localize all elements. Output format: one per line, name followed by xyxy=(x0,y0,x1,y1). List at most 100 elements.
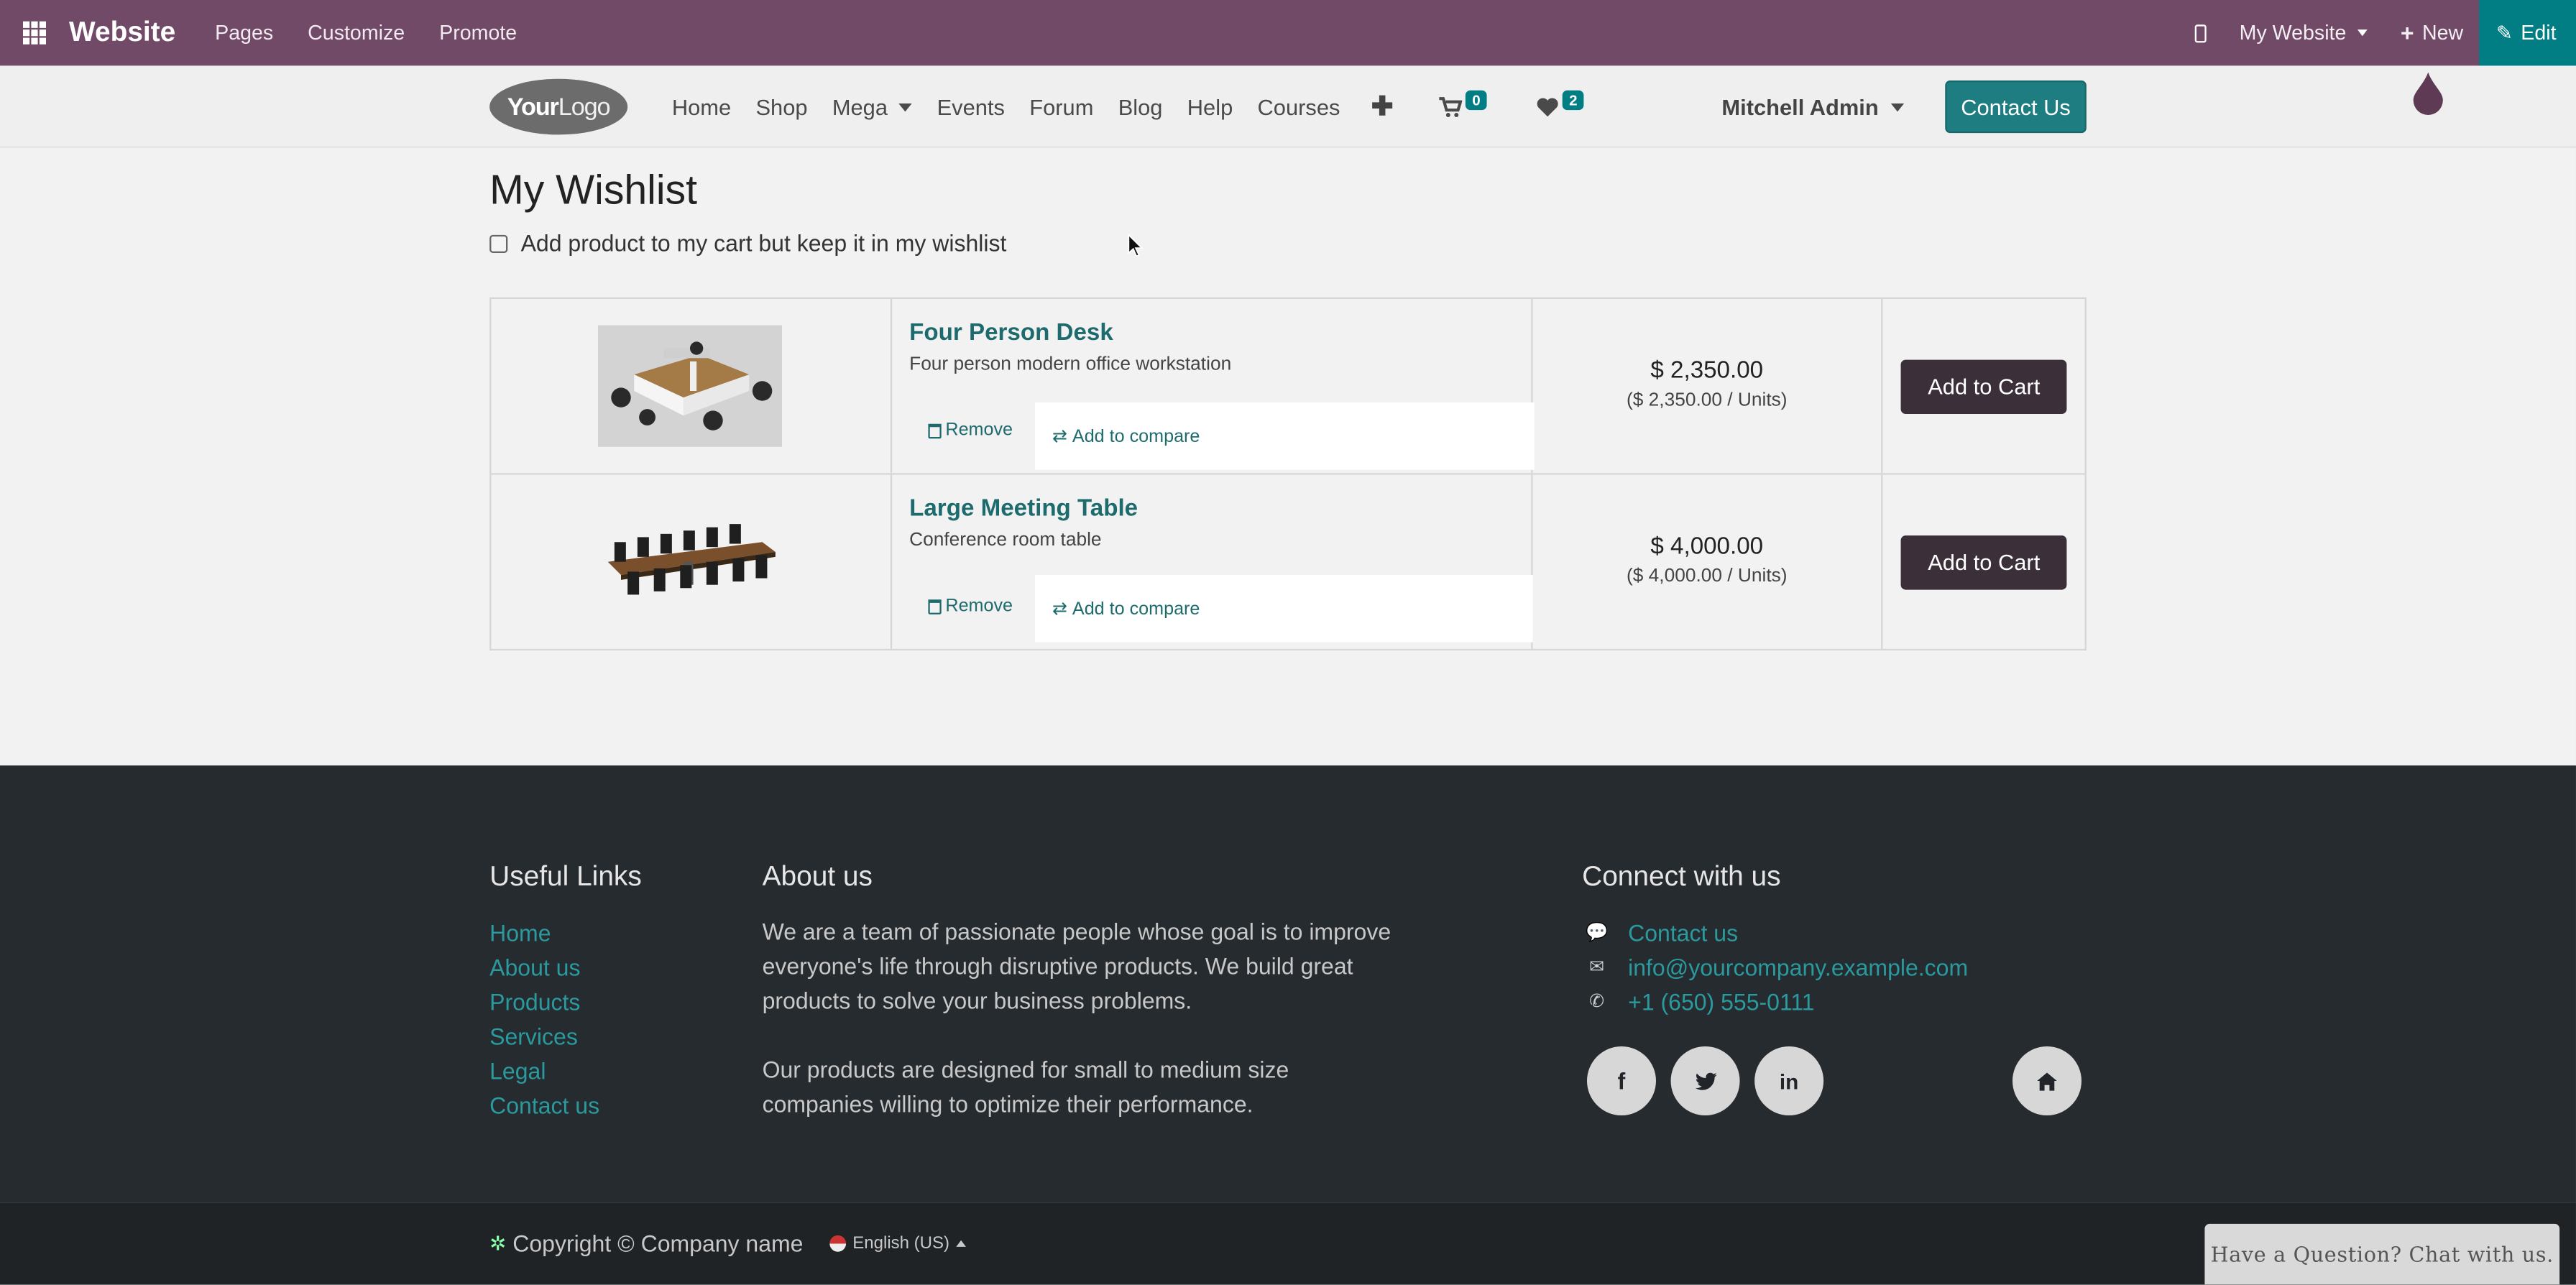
menu-customize[interactable]: Customize xyxy=(308,22,405,45)
product-image-cell xyxy=(491,298,891,474)
remove-label: Remove xyxy=(945,596,1013,617)
pencil-icon: ✎ xyxy=(2496,21,2513,45)
chevron-down-icon xyxy=(1890,102,1904,111)
product-unit-price: ($ 4,000.00 / Units) xyxy=(1626,566,1788,586)
livechat-button[interactable]: Have a Question? Chat with us. xyxy=(2204,1223,2560,1285)
cart-count-badge: 0 xyxy=(1466,90,1487,111)
chevron-up-icon xyxy=(956,1240,966,1247)
footer-link-products[interactable]: Products xyxy=(489,989,580,1015)
nav-events[interactable]: Events xyxy=(937,94,1005,119)
price-cell: $ 4,000.00 ($ 4,000.00 / Units) xyxy=(1532,474,1883,649)
footer-phone-link[interactable]: +1 (650) 555-0111 xyxy=(1628,989,1814,1015)
plus-icon: + xyxy=(2400,19,2414,46)
keep-in-wishlist-option[interactable]: Add product to my cart but keep it in my… xyxy=(489,230,1006,257)
footer-email-link[interactable]: info@yourcompany.example.com xyxy=(1628,954,1968,981)
footer-link-home[interactable]: Home xyxy=(489,920,551,947)
footer-link-about[interactable]: About us xyxy=(489,954,580,981)
footer-link-services[interactable]: Services xyxy=(489,1023,578,1050)
admin-brand[interactable]: Website xyxy=(69,17,175,50)
add-to-compare-label: Add to compare xyxy=(1072,426,1200,446)
footer-bottom-bar xyxy=(0,1202,2576,1285)
menu-pages[interactable]: Pages xyxy=(215,22,273,45)
product-price: $ 2,350.00 xyxy=(1650,358,1764,384)
add-to-cart-cell: Add to Cart xyxy=(1883,299,2085,473)
website-selector[interactable]: My Website xyxy=(2240,22,2368,45)
main-nav: Home Shop Mega Events Forum Blog Help Co… xyxy=(672,65,1633,147)
edit-label: Edit xyxy=(2521,21,2557,45)
cart-icon xyxy=(1439,96,1463,116)
nav-home[interactable]: Home xyxy=(672,94,731,119)
product-image-cell xyxy=(491,474,891,649)
bug-icon: ✲ xyxy=(489,1232,507,1256)
add-to-cart-button[interactable]: Add to Cart xyxy=(1900,359,2067,413)
website-selector-label: My Website xyxy=(2239,21,2347,45)
site-logo[interactable]: Your Logo xyxy=(489,78,628,135)
language-selector[interactable]: English (US) xyxy=(829,1234,966,1253)
cart-link[interactable]: 0 xyxy=(1439,90,1487,118)
mobile-preview-button[interactable] xyxy=(2194,24,2207,42)
product-description: Four person modern office workstation xyxy=(909,354,1232,375)
twitter-bird-icon xyxy=(1694,1072,1716,1090)
page-root: Website Pages Customize Promote My Websi… xyxy=(0,0,2576,1285)
keep-in-wishlist-checkbox[interactable] xyxy=(489,234,508,252)
nav-help[interactable]: Help xyxy=(1187,94,1233,119)
twitter-icon[interactable] xyxy=(1670,1046,1740,1115)
product-price: $ 4,000.00 xyxy=(1650,533,1764,561)
product-image-desk[interactable] xyxy=(598,325,783,447)
nav-mega[interactable]: Mega xyxy=(832,94,913,119)
trash-icon xyxy=(927,599,941,614)
menu-promote[interactable]: Promote xyxy=(439,22,517,45)
chevron-down-icon xyxy=(899,102,913,111)
table-row: Four Person Desk Four person modern offi… xyxy=(491,298,2085,475)
site-header: Your Logo Home Shop Mega Events Forum Blo… xyxy=(0,65,2576,148)
heart-icon xyxy=(1537,97,1558,116)
nav-blog[interactable]: Blog xyxy=(1118,94,1163,119)
footer-link-legal[interactable]: Legal xyxy=(489,1058,546,1084)
edit-button[interactable]: ✎ Edit xyxy=(2480,0,2576,66)
footer-contact-link[interactable]: Contact us xyxy=(1628,920,1738,947)
remove-button[interactable]: Remove xyxy=(927,420,1013,441)
mobile-icon xyxy=(2194,24,2207,42)
wishlist-link[interactable]: 2 xyxy=(1536,90,1584,118)
add-to-compare-button[interactable]: ⇄ Add to compare xyxy=(1034,402,1534,470)
connect-title: Connect with us xyxy=(1582,860,1781,893)
add-to-compare-button[interactable]: ⇄ Add to compare xyxy=(1034,574,1532,642)
flag-icon xyxy=(829,1235,847,1252)
about-paragraph-1: We are a team of passionate people whose… xyxy=(762,918,1392,1014)
product-info-cell: Four Person Desk Four person modern offi… xyxy=(891,298,1534,474)
nav-mega-label: Mega xyxy=(832,94,888,119)
add-menu-item-icon[interactable]: ✚ xyxy=(1371,91,1394,124)
copyright: ✲ Copyright © Company name xyxy=(489,1230,803,1257)
logo-text-a: Your xyxy=(507,93,559,121)
site-footer: Useful Links Home About us Products Serv… xyxy=(0,765,2576,1203)
product-name-link[interactable]: Four Person Desk xyxy=(909,321,1113,347)
footer-link-contact[interactable]: Contact us xyxy=(489,1092,599,1119)
admin-right-actions: My Website + New ✎ Edit xyxy=(2162,0,2576,66)
product-description: Conference room table xyxy=(909,530,1102,551)
contact-us-button[interactable]: Contact Us xyxy=(1945,80,2087,134)
useful-links-title: Useful Links xyxy=(489,860,642,893)
add-to-cart-button[interactable]: Add to Cart xyxy=(1900,534,2067,589)
theme-drop-icon[interactable] xyxy=(2411,72,2444,115)
house-icon xyxy=(2037,1072,2057,1090)
remove-label: Remove xyxy=(945,420,1013,441)
remove-button[interactable]: Remove xyxy=(927,597,1013,616)
product-info-cell: Large Meeting Table Conference room tabl… xyxy=(891,474,1532,649)
product-image-meeting-table[interactable] xyxy=(599,512,783,611)
user-name: Mitchell Admin xyxy=(1721,94,1879,119)
admin-bar: Website Pages Customize Promote My Websi… xyxy=(0,0,2576,66)
apps-menu-button[interactable] xyxy=(0,0,69,65)
home-icon[interactable] xyxy=(2012,1046,2082,1115)
linkedin-icon[interactable]: in xyxy=(1754,1046,1824,1115)
chevron-down-icon xyxy=(2358,29,2368,37)
copyright-text: Copyright © Company name xyxy=(512,1230,804,1257)
nav-shop[interactable]: Shop xyxy=(755,94,807,119)
new-button[interactable]: + New xyxy=(2401,19,2463,46)
user-menu[interactable]: Mitchell Admin xyxy=(1721,65,1904,147)
exchange-icon: ⇄ xyxy=(1052,599,1068,620)
nav-forum[interactable]: Forum xyxy=(1029,94,1093,119)
nav-courses[interactable]: Courses xyxy=(1258,94,1340,119)
new-label: New xyxy=(2421,21,2464,45)
product-name-link[interactable]: Large Meeting Table xyxy=(909,496,1138,522)
facebook-icon[interactable]: f xyxy=(1586,1046,1656,1115)
